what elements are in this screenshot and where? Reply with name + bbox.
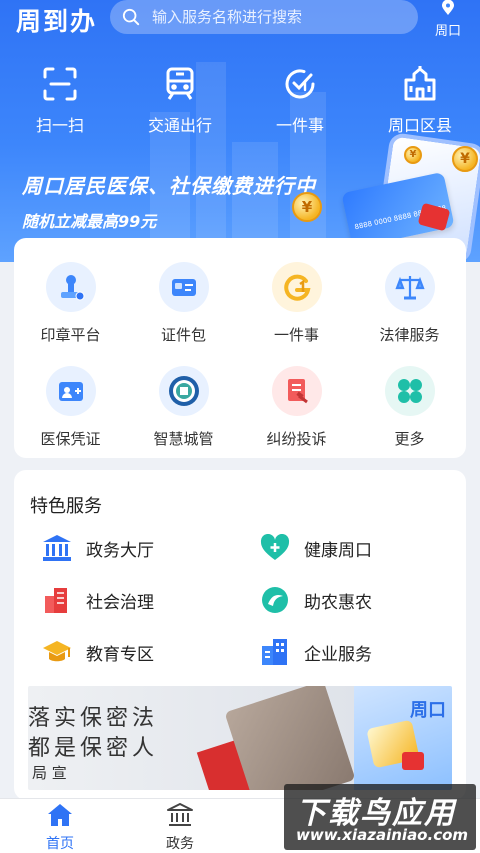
agriculture-icon xyxy=(262,587,288,613)
grid-item-label: 医保凭证 xyxy=(40,430,101,448)
scan-icon xyxy=(43,67,77,101)
government-hall-icon xyxy=(167,803,193,826)
home-icon xyxy=(48,804,72,826)
quick-action-transport[interactable]: 交通出行 xyxy=(120,66,240,136)
grid-item-label: 更多 xyxy=(394,430,425,448)
featured-item-social-governance[interactable]: 社会治理 xyxy=(42,586,154,614)
featured-item-enterprise[interactable]: 企业服务 xyxy=(260,638,372,666)
featured-item-education[interactable]: 教育专区 xyxy=(42,638,154,666)
location-label: 周口 xyxy=(434,24,461,39)
grid-item-more[interactable]: 更多 xyxy=(353,366,466,449)
building-icon xyxy=(404,66,436,101)
banner-right-title: 周口 xyxy=(410,700,446,721)
app-title: 周到办 xyxy=(16,7,98,36)
quick-action-label: 一件事 xyxy=(275,116,324,135)
banner-line: 局 宣 xyxy=(32,764,67,782)
buildings-icon xyxy=(45,588,67,613)
featured-banner[interactable]: 落实保密法 都是保密人 局 宣 周口 xyxy=(28,686,452,790)
quick-action-label: 交通出行 xyxy=(147,116,212,135)
featured-item-agriculture[interactable]: 助农惠农 xyxy=(260,586,372,614)
enterprise-icon xyxy=(262,639,287,665)
featured-title: 特色服务 xyxy=(30,496,102,517)
medical-card-icon xyxy=(45,366,96,416)
complaint-icon xyxy=(271,366,322,416)
coin-icon: ¥ xyxy=(292,192,322,222)
government-hall-icon xyxy=(43,535,71,561)
scales-icon xyxy=(384,262,435,312)
featured-item-label: 健康周口 xyxy=(304,540,372,561)
zhoukou-banner: 周口 xyxy=(354,686,452,790)
featured-item-label: 社会治理 xyxy=(86,592,154,613)
grid-item-label: 纠纷投诉 xyxy=(266,430,327,448)
tab-government[interactable]: 政务 xyxy=(140,803,220,853)
grid-item-one-thing[interactable]: 一件事 xyxy=(240,262,353,345)
banner-line: 落实保密法 xyxy=(28,706,159,731)
grid-item-seal[interactable]: 印章平台 xyxy=(14,262,127,345)
coin-icon: ¥ xyxy=(404,146,422,164)
watermark-url: www.xiazainiao.com xyxy=(296,826,469,844)
grid-item-label: 法律服务 xyxy=(379,326,440,344)
quick-action-scan[interactable]: 扫一扫 xyxy=(0,66,120,136)
quick-action-one-thing[interactable]: 一件事 xyxy=(240,66,360,136)
banner-line: 都是保密人 xyxy=(28,736,159,761)
grid-item-id-wallet[interactable]: 证件包 xyxy=(127,262,240,345)
quick-action-county[interactable]: 周口区县 xyxy=(360,66,480,136)
location-pin-icon xyxy=(442,0,454,15)
promo-banner-subtitle: 随机立减最高99元 xyxy=(22,212,157,231)
health-heart-icon xyxy=(260,534,290,560)
decor-seal-block xyxy=(224,686,356,790)
grid-item-smart-city[interactable]: 智慧城管 xyxy=(127,366,240,449)
quick-actions: 扫一扫 交通出行 一件事 周口区县 xyxy=(0,66,480,136)
featured-item-health[interactable]: 健康周口 xyxy=(260,534,372,562)
featured-item-label: 企业服务 xyxy=(304,644,372,665)
city-badge-icon xyxy=(158,366,209,416)
one-thing-icon xyxy=(285,69,315,99)
featured-services: 特色服务 政务大厅 健康周口 社会治理 助农惠农 教育专区 企业服务 落实保密法… xyxy=(14,470,466,800)
featured-item-label: 助农惠农 xyxy=(304,592,372,613)
tab-label: 政务 xyxy=(166,836,194,852)
search-input[interactable] xyxy=(150,7,390,27)
one-thing-icon xyxy=(271,262,322,312)
tab-home[interactable]: 首页 xyxy=(20,803,100,853)
secrecy-banner: 落实保密法 都是保密人 局 宣 xyxy=(28,686,356,790)
red-envelope-icon xyxy=(402,752,424,770)
service-grid: 印章平台 证件包 一件事 法律服务 医保凭证 智慧城管 纠纷投诉 更多 xyxy=(14,238,466,458)
train-icon xyxy=(166,67,194,100)
grid-item-medical-cert[interactable]: 医保凭证 xyxy=(14,366,127,449)
grid-item-label: 印章平台 xyxy=(40,326,101,344)
featured-item-label: 政务大厅 xyxy=(86,540,154,561)
coin-icon: ¥ xyxy=(452,146,478,172)
featured-item-gov-hall[interactable]: 政务大厅 xyxy=(42,534,154,562)
promo-banner-title[interactable]: 周口居民医保、社保缴费进行中 xyxy=(22,170,316,199)
watermark: 下载鸟应用 www.xiazainiao.com xyxy=(284,784,476,850)
grid-item-label: 证件包 xyxy=(160,326,206,344)
tab-label: 首页 xyxy=(46,836,74,852)
search-icon xyxy=(122,8,140,26)
quick-action-label: 扫一扫 xyxy=(35,116,84,135)
seal-icon xyxy=(45,262,96,312)
graduation-cap-icon xyxy=(43,641,71,662)
more-icon xyxy=(384,366,435,416)
grid-item-label: 一件事 xyxy=(273,326,319,344)
grid-item-complaint[interactable]: 纠纷投诉 xyxy=(240,366,353,449)
location-button[interactable]: 周口 xyxy=(430,0,466,39)
hero-header: 周到办 周口 扫一扫 交通出行 一件事 周口区县 周口居民医保、社保缴费进行中 … xyxy=(0,0,480,262)
grid-item-label: 智慧城管 xyxy=(153,430,214,448)
search-bar[interactable] xyxy=(110,0,418,34)
id-card-icon xyxy=(158,262,209,312)
featured-item-label: 教育专区 xyxy=(86,644,154,665)
grid-item-legal[interactable]: 法律服务 xyxy=(353,262,466,345)
quick-action-label: 周口区县 xyxy=(387,116,452,135)
